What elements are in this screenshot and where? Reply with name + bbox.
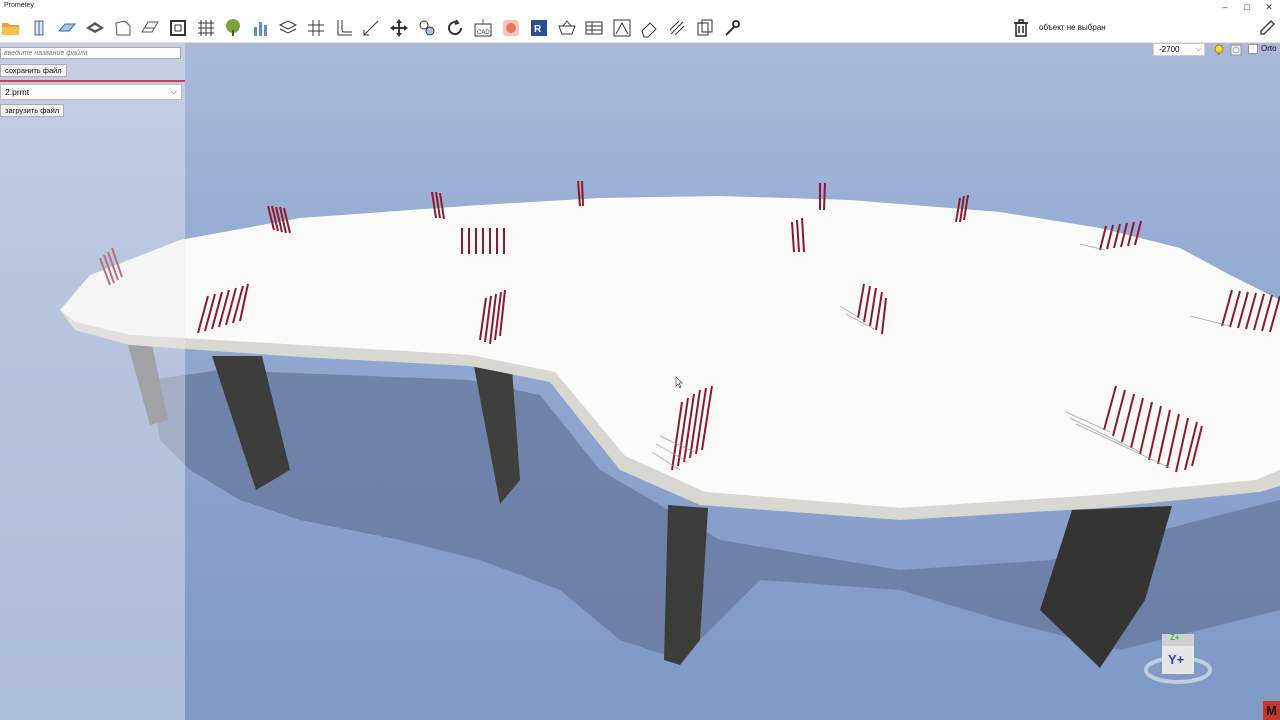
layers-icon[interactable] bbox=[277, 17, 299, 39]
column-icon[interactable] bbox=[28, 17, 50, 39]
floor-plate-icon[interactable] bbox=[139, 17, 161, 39]
chevron-down-icon: ⌵ bbox=[1195, 46, 1201, 53]
selection-status: объект не выбран bbox=[1039, 23, 1106, 32]
basket-icon[interactable] bbox=[556, 17, 578, 39]
node-icon[interactable] bbox=[416, 17, 438, 39]
rotate-icon[interactable] bbox=[444, 17, 466, 39]
level-value: -2700 bbox=[1159, 45, 1180, 54]
load-file-button[interactable]: загрузить файл bbox=[0, 104, 65, 117]
move-icon[interactable] bbox=[388, 17, 410, 39]
corner-badge[interactable]: M bbox=[1263, 701, 1280, 720]
bulb-icon[interactable] bbox=[1212, 43, 1225, 56]
wall-icon[interactable] bbox=[112, 17, 134, 39]
tree-icon[interactable] bbox=[222, 17, 244, 39]
rebar-group bbox=[461, 228, 505, 254]
save-file-button[interactable]: сохранить файл bbox=[0, 64, 67, 77]
window-title: Prometey bbox=[4, 2, 34, 9]
maximize-button[interactable]: □ bbox=[1236, 0, 1258, 14]
axis-grid-icon[interactable] bbox=[305, 17, 327, 39]
3d-viewport[interactable] bbox=[0, 42, 1280, 720]
left-panel bbox=[0, 42, 185, 720]
dimension-icon[interactable] bbox=[360, 17, 382, 39]
render-icon[interactable] bbox=[1229, 43, 1242, 56]
curve-icon[interactable] bbox=[333, 17, 355, 39]
pencil-icon[interactable] bbox=[1256, 17, 1278, 39]
ifc-import-icon[interactable] bbox=[500, 17, 522, 39]
panel-divider bbox=[0, 80, 185, 82]
file-select-value: 2.prmt bbox=[5, 87, 30, 97]
minimize-button[interactable]: – bbox=[1214, 0, 1236, 14]
svg-text:R: R bbox=[534, 24, 542, 35]
level-select[interactable]: -2700 ⌵ bbox=[1153, 43, 1205, 56]
title-bar: Prometey – □ ✕ bbox=[0, 0, 1280, 14]
chevron-down-icon: ⌵ bbox=[170, 87, 177, 96]
drawing-icon[interactable] bbox=[611, 17, 633, 39]
svg-text:CAD: CAD bbox=[477, 30, 490, 36]
copy-icon[interactable] bbox=[694, 17, 716, 39]
folder-open-icon[interactable] bbox=[0, 17, 22, 39]
wrench-icon[interactable] bbox=[721, 17, 743, 39]
close-button[interactable]: ✕ bbox=[1258, 0, 1280, 14]
chart-icon[interactable] bbox=[250, 17, 272, 39]
cad-import-icon[interactable]: CAD bbox=[472, 17, 494, 39]
orto-checkbox[interactable] bbox=[1248, 44, 1258, 54]
grid-icon[interactable] bbox=[195, 17, 217, 39]
table-icon[interactable] bbox=[583, 17, 605, 39]
filename-input[interactable] bbox=[0, 47, 181, 59]
file-select[interactable]: 2.prmt ⌵ bbox=[0, 84, 182, 100]
slab-icon[interactable] bbox=[56, 17, 78, 39]
eraser-icon[interactable] bbox=[638, 17, 660, 39]
nav-cube-front-label[interactable]: Y+ bbox=[1168, 652, 1184, 667]
frame-icon[interactable] bbox=[167, 17, 189, 39]
beam-icon[interactable] bbox=[84, 17, 106, 39]
orto-label: Orto bbox=[1261, 44, 1277, 53]
nav-cube-top-label[interactable]: Z+ bbox=[1170, 633, 1180, 642]
toolbar: CAD R объект не выбран bbox=[0, 14, 1280, 43]
revit-import-icon[interactable]: R bbox=[528, 17, 550, 39]
rebar-icon[interactable] bbox=[666, 17, 688, 39]
trash-icon[interactable] bbox=[1010, 17, 1032, 39]
